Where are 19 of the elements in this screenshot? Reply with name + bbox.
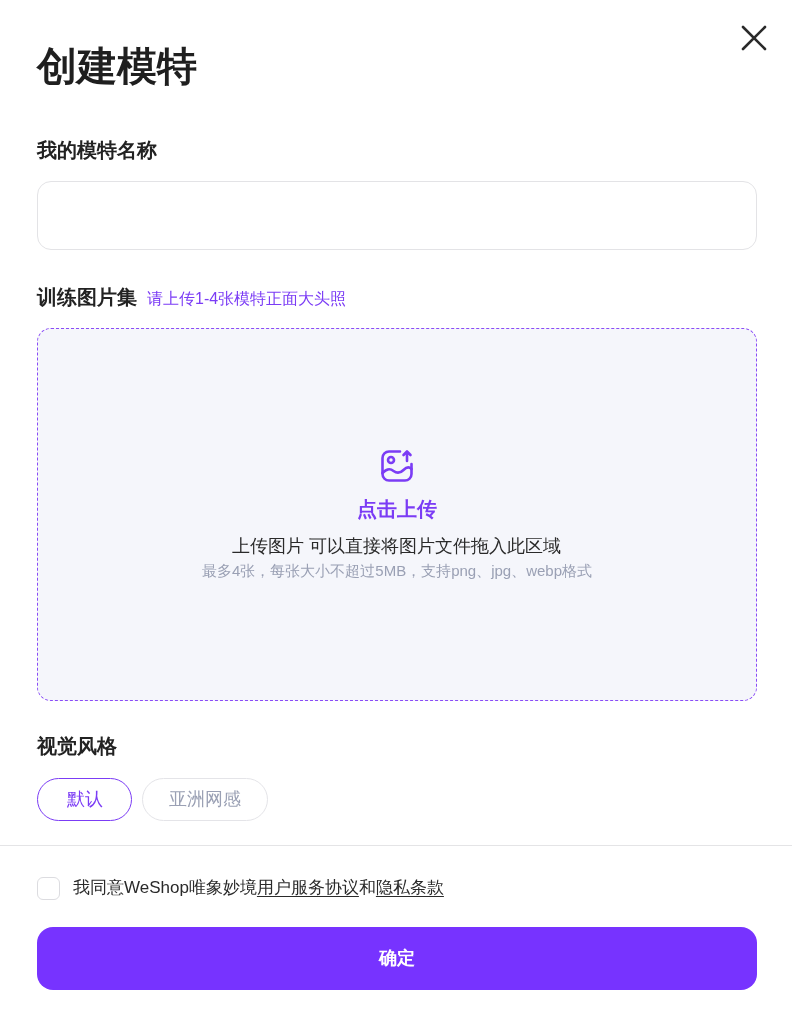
agreement-link[interactable]: 用户服务协议 [256,878,359,897]
close-icon [741,25,767,51]
agreement-checkbox[interactable] [37,876,60,900]
upload-instruction: 上传图片 可以直接将图片文件拖入此区域 [232,534,562,558]
image-upload-icon [380,448,414,483]
field-label: 我的模特名称 [37,138,158,163]
style-option[interactable]: 默认 [37,778,132,821]
close-button[interactable] [740,24,768,52]
upload-hint: 请上传1-4张模特正面大头照 [147,289,347,309]
upload-action-text: 点击上传 [357,496,437,522]
upload-dropzone[interactable]: 点击上传 上传图片 可以直接将图片文件拖入此区域 最多4张，每张大小不超过5MB，支持png、jpg、webp格式 [37,328,757,701]
confirm-button[interactable]: 确定 [37,927,757,990]
field-label: 训练图片集 [37,285,137,310]
agreement-link[interactable]: 隐私条款 [375,878,444,897]
field-label: 视觉风格 [37,734,118,759]
agreement-text: 我同意WeShop唯象妙境用户服务协议和隐私条款 [73,877,444,899]
upload-limits: 最多4张，每张大小不超过5MB，支持png、jpg、webp格式 [201,560,593,581]
dialog-title: 创建模特 [37,43,198,90]
name-input-field[interactable] [37,181,757,250]
